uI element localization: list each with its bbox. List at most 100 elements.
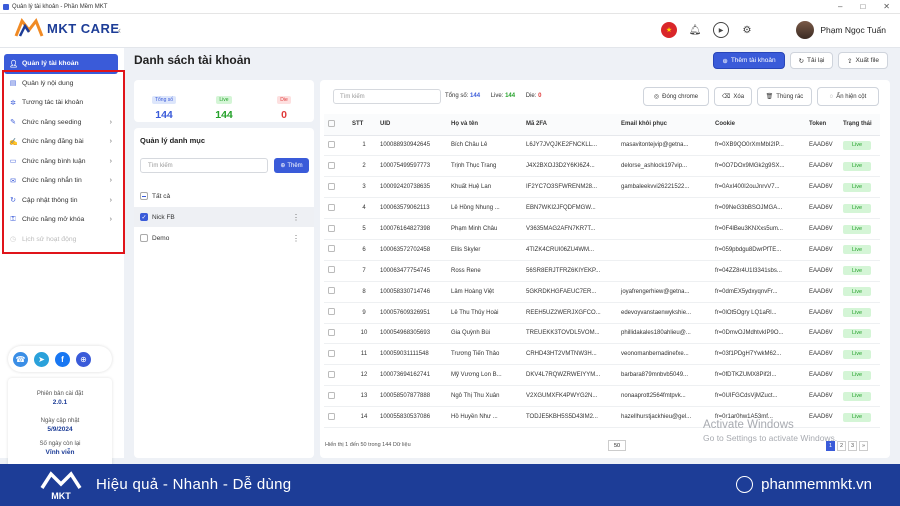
table-row[interactable]: 6 100063572702458 Ellis Skyler 4TIZK4CRUI06… — [324, 239, 880, 261]
col-2fa[interactable]: Mã 2FA — [522, 114, 617, 136]
checkbox[interactable] — [140, 192, 148, 200]
col-status[interactable]: Trạng thái — [839, 114, 880, 136]
version-info: Phiên bản cài đặt 2.0.1 — [36, 391, 84, 406]
cell-token: EAAD6V — [805, 323, 839, 345]
row-checkbox[interactable] — [324, 343, 348, 366]
export-button[interactable]: ⇪ Xuất file — [838, 52, 888, 69]
table-row[interactable]: 7 100063477754745 Ross Rene 56SR8ERJTFRZ6KI… — [324, 260, 880, 282]
globe-icon[interactable]: ⊕ — [76, 351, 91, 367]
row-checkbox[interactable] — [324, 406, 348, 428]
close-chrome-button[interactable]: ◎ Đóng chrome — [643, 87, 709, 106]
page-size-select[interactable]: 50 — [608, 440, 626, 451]
table-row[interactable]: 11 100059031111548 Trương Tiến Thảo CRHD43H… — [324, 343, 880, 366]
cell-stt: 8 — [348, 281, 376, 303]
table-row[interactable]: 1 100088930942645 Bích Châu Lê L6JY7JVQJKE2… — [324, 135, 880, 157]
category-item[interactable]: ✓ Nick FB ⋮ — [134, 207, 314, 227]
cell-stt: 4 — [348, 197, 376, 220]
row-checkbox[interactable] — [324, 281, 348, 303]
row-checkbox[interactable] — [324, 385, 348, 408]
mkt-footer-logo-icon: MKT — [40, 471, 82, 501]
maximize-icon[interactable]: □ — [860, 2, 865, 11]
row-checkbox[interactable] — [324, 218, 348, 240]
cell-cookie: fr=0fDTKZUMX8Pif2I... — [711, 364, 805, 387]
cell-cookie: fr=0lOt5Ogry LQ1aRl... — [711, 302, 805, 324]
cell-cookie: fr=059pbdgu8DwrPfTE... — [711, 239, 805, 261]
row-checkbox[interactable] — [324, 302, 348, 324]
row-checkbox[interactable] — [324, 176, 348, 199]
row-checkbox[interactable] — [324, 364, 348, 387]
cell-token: EAAD6V — [805, 281, 839, 303]
more-icon[interactable]: ⋮ — [292, 234, 300, 243]
play-icon[interactable]: ▶ — [713, 22, 729, 38]
cell-name: Lê Thu Thủy Hoài — [447, 302, 522, 324]
more-icon[interactable]: ⋮ — [292, 213, 300, 222]
collapse-sidebar-icon[interactable]: ‹ — [118, 25, 121, 35]
delete-button[interactable]: ⌫ Xóa — [714, 87, 752, 106]
cell-uid: 100063572702458 — [376, 239, 447, 261]
page-button[interactable]: 2 — [837, 441, 846, 451]
row-checkbox[interactable] — [324, 135, 348, 157]
category-search-input[interactable]: Tìm kiếm — [140, 158, 268, 173]
close-icon[interactable]: ✕ — [883, 2, 890, 11]
row-checkbox[interactable] — [324, 323, 348, 345]
facebook-icon[interactable]: f — [55, 351, 70, 367]
cell-uid: 100063477754745 — [376, 260, 447, 282]
row-checkbox[interactable] — [324, 197, 348, 220]
table-row[interactable]: 8 100058330714746 Lâm Hoàng Việt 5GKRDKHGFA… — [324, 281, 880, 303]
gear-icon[interactable]: ⚙ — [739, 22, 755, 38]
user-icon: 👤︎ — [9, 60, 18, 68]
cell-stt: 6 — [348, 239, 376, 261]
table-row[interactable]: 12 100073694162741 Mỹ Vương Lon B... DKV4L7… — [324, 364, 880, 387]
stat-die: Die 0 — [254, 80, 314, 122]
table-row[interactable]: 4 100063579062113 Lê Hồng Nhung ... EBN7WKI… — [324, 197, 880, 220]
status-badge: Live — [843, 182, 872, 192]
table-row[interactable]: 9 100057609326951 Lê Thu Thủy Hoài REEH5UZ2… — [324, 302, 880, 324]
telegram-icon[interactable]: ➤ — [34, 351, 49, 367]
cell-email: delorse_ashlock197vip... — [617, 155, 711, 178]
add-category-button[interactable]: ⊕ Thêm — [274, 158, 309, 173]
col-email[interactable]: Email khôi phục — [617, 114, 711, 136]
checkbox[interactable]: ✓ — [140, 213, 148, 221]
page-button[interactable]: 3 — [848, 441, 857, 451]
user-menu[interactable]: Phạm Ngọc Tuấn — [796, 21, 886, 39]
col-uid[interactable]: UID — [376, 114, 447, 136]
table-row[interactable]: 5 100076164827398 Phạm Minh Châu V3635MAG2A… — [324, 218, 880, 240]
cell-cookie: fr=0dmEX5ydxyqnvFr... — [711, 281, 805, 303]
cell-uid: 100055830537086 — [376, 406, 447, 428]
col-name[interactable]: Họ và tên — [447, 114, 522, 136]
toggle-columns-button[interactable]: ◌ Ẩn hiện cột — [817, 87, 879, 106]
headset-icon[interactable]: ☎ — [13, 351, 28, 367]
cell-token: EAAD6V — [805, 155, 839, 178]
cell-uid: 100076164827398 — [376, 218, 447, 240]
cell-stt: 7 — [348, 260, 376, 282]
minimize-icon[interactable]: – — [838, 2, 842, 11]
table-row[interactable]: 10 100054968305693 Gia Quỳnh Bùi TREUEKK3TO… — [324, 323, 880, 345]
status-badge: Live — [843, 412, 872, 422]
table-search-input[interactable]: Tìm kiếm — [333, 89, 441, 104]
category-item[interactable]: Demo ⋮ — [134, 228, 314, 248]
cell-2fa: TREUEKK3TOVDL5VOM... — [522, 323, 617, 345]
bell-icon[interactable]: 🔔︎ — [687, 22, 703, 38]
col-token[interactable]: Token — [805, 114, 839, 136]
cell-email: phillidakales180ahlieu@... — [617, 323, 711, 345]
next-page-button[interactable]: » — [859, 441, 868, 451]
checkbox[interactable] — [140, 234, 148, 242]
row-checkbox[interactable] — [324, 260, 348, 282]
vietnam-flag-icon[interactable]: ★ — [661, 22, 677, 38]
col-stt[interactable]: STT — [348, 114, 376, 136]
cell-cookie: fr=09NeG3bBSOJMGA... — [711, 197, 805, 220]
select-all-checkbox[interactable] — [324, 114, 348, 136]
plus-icon: ⊕ — [280, 163, 286, 169]
reload-icon: ↻ — [798, 57, 805, 65]
category-all[interactable]: Tất cả — [134, 186, 314, 206]
trash-button[interactable]: 🗑︎ Thùng rác — [757, 87, 812, 106]
col-cookie[interactable]: Cookie — [711, 114, 805, 136]
row-checkbox[interactable] — [324, 239, 348, 261]
table-row[interactable]: 13 100058507877888 Ngô Thị Thu Xuân V2XGUMX… — [324, 385, 880, 408]
table-row[interactable]: 2 100075499597773 Trịnh Thục Trang J4X2BXOJ… — [324, 155, 880, 178]
reload-button[interactable]: ↻ Tải lại — [790, 52, 833, 69]
footer-website[interactable]: phanmemmkt.vn — [736, 476, 872, 493]
add-account-button[interactable]: ⊕ Thêm tài khoản — [713, 52, 785, 69]
table-row[interactable]: 3 100092420738635 Khuất Huệ Lan IF2YC7O3SFW… — [324, 176, 880, 199]
row-checkbox[interactable] — [324, 155, 348, 178]
